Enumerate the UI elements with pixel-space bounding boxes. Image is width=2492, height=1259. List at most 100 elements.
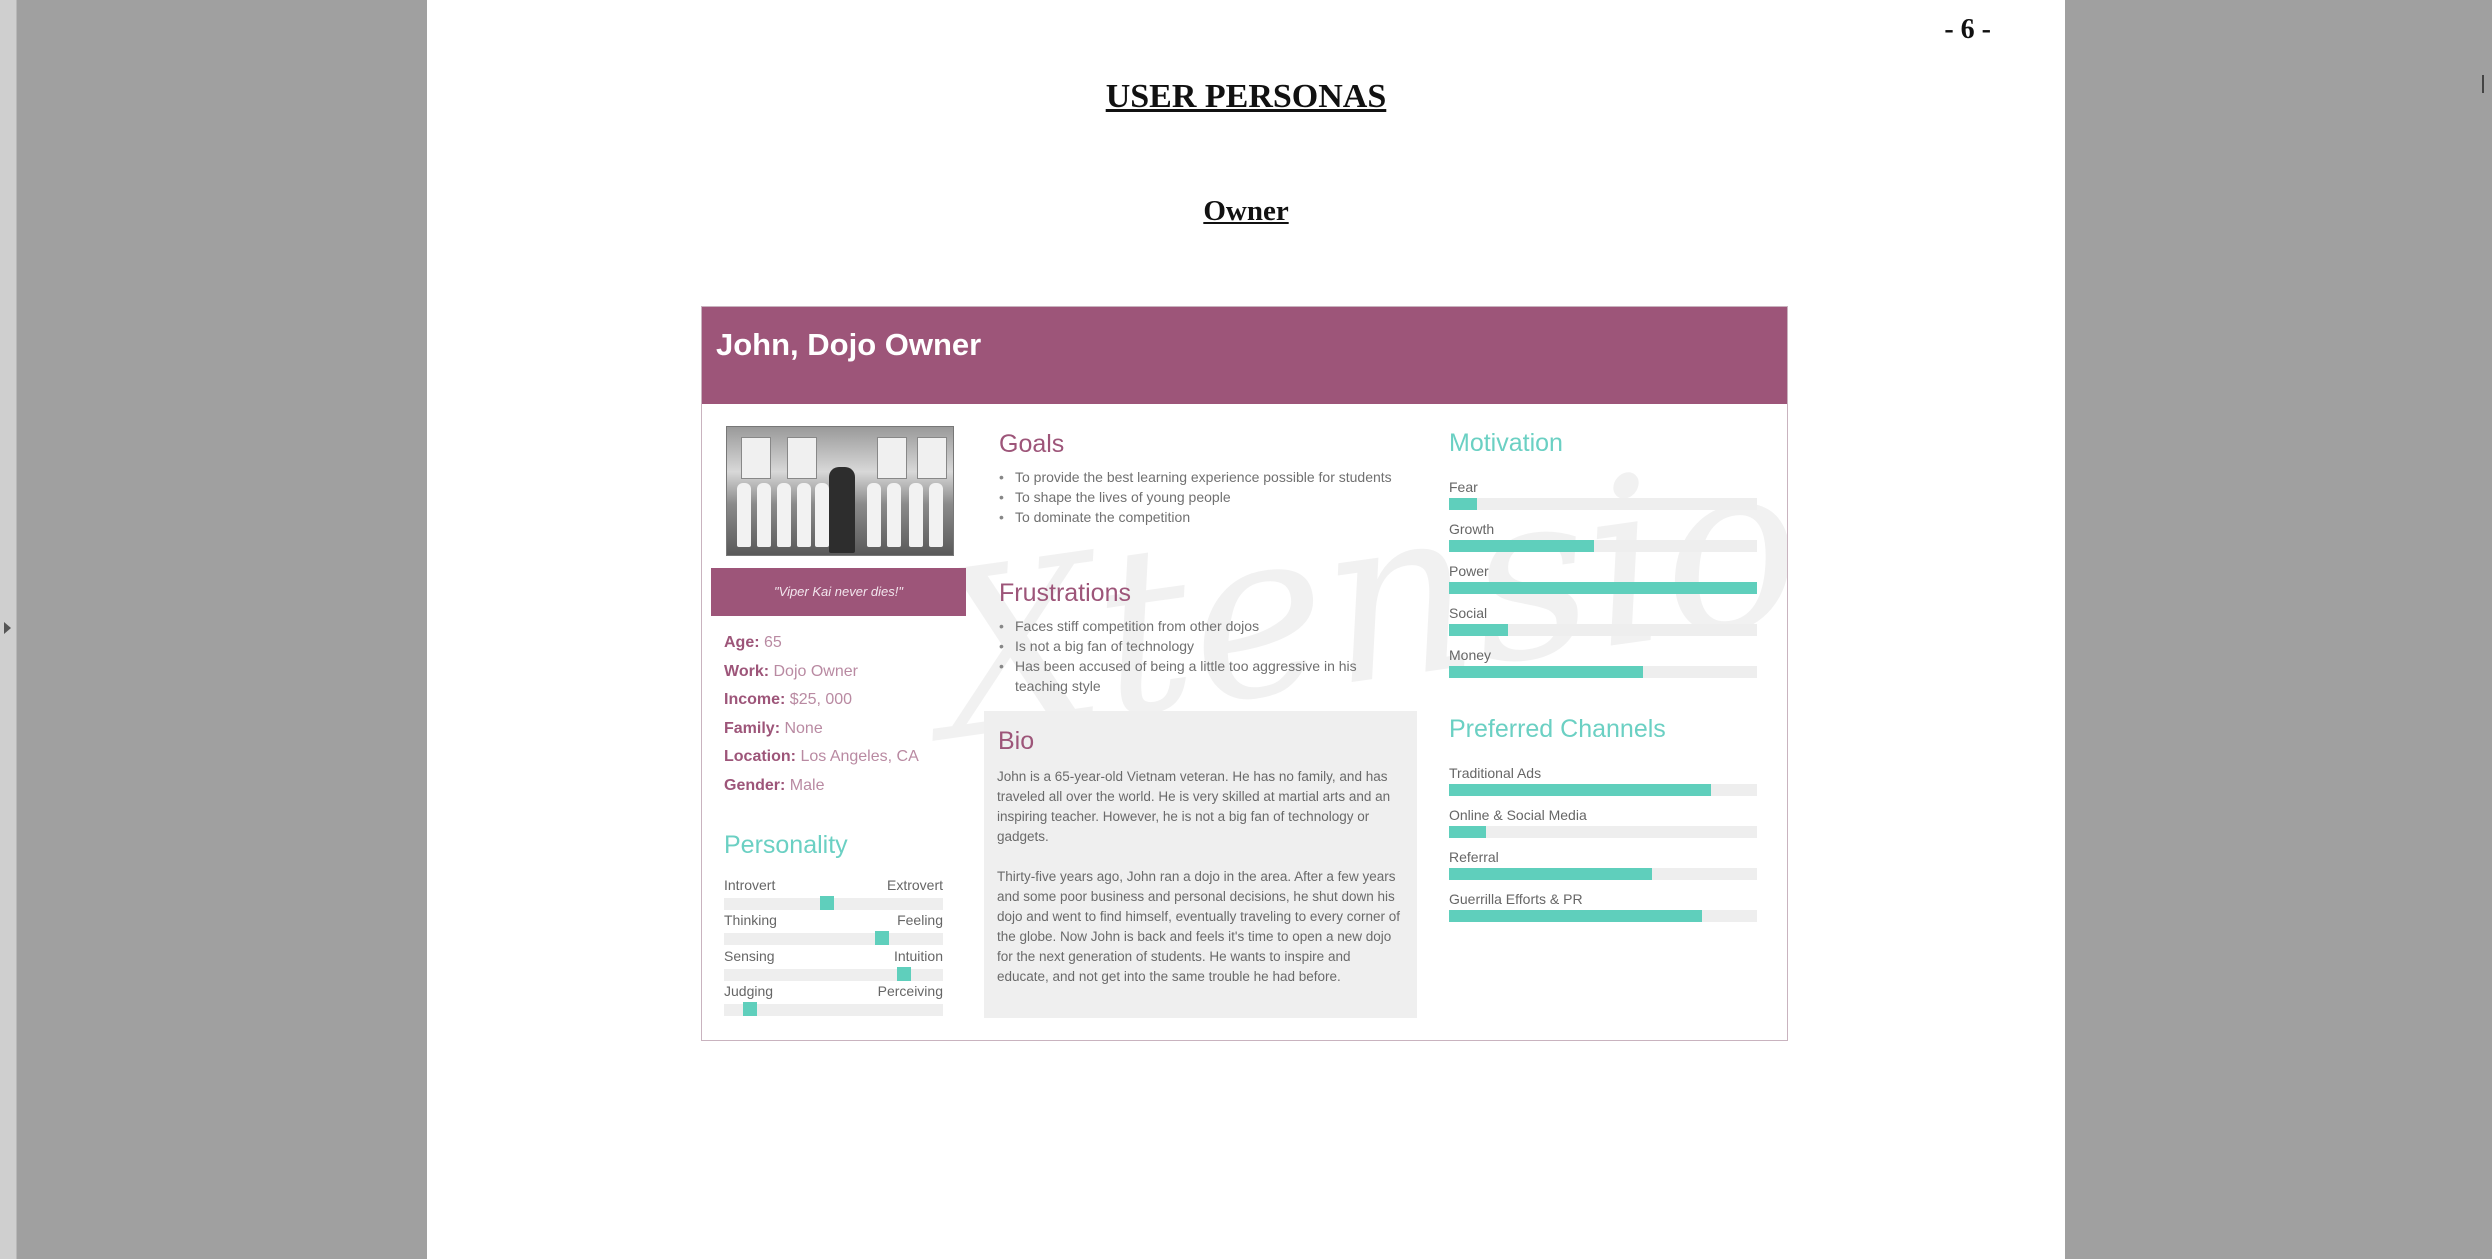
info-key: Family: [724,719,781,737]
bar-label: Guerrilla Efforts & PR [1449,891,1583,907]
channels-title: Preferred Channels [1449,715,1666,743]
frustrations-list: Faces stiff competition from other dojos… [999,616,1415,696]
info-row-income: Income: $25, 000 [724,691,853,708]
bar-track [1449,582,1757,594]
bio-text: John is a 65-year-old Vietnam veteran. H… [997,767,1405,1007]
trait-right-label: Extrovert [886,877,943,893]
bar-fill [1449,868,1653,880]
info-key: Income [724,691,781,708]
list-item: Faces stiff competition from other dojos [999,616,1415,636]
bar-track [1449,784,1757,796]
goals-title: Goals [999,430,1065,458]
info-value: 65 [764,634,782,651]
bar-track [1449,826,1757,838]
section-heading: Owner [1203,195,1289,227]
motivation-bar: Money [1449,647,1757,683]
bar-label: Power [1449,563,1489,579]
list-item: Is not a big fan of technology [999,636,1415,656]
info-row-work: Work: Dojo Owner [724,662,858,680]
bar-label: Referral [1449,849,1499,865]
bar-fill [1449,540,1594,552]
info-key: Location: [724,748,796,765]
bar-label: Online & Social Media [1449,807,1587,823]
trait-marker [874,931,889,945]
bar-fill [1449,784,1711,796]
motivation-bar: Growth [1449,521,1757,557]
channel-bar: Referral [1449,849,1757,885]
bar-track [1449,540,1757,552]
trait-right-label: Feeling [897,912,943,928]
persona-quote: "Viper Kai never dies!" [711,568,966,616]
bar-track [1449,910,1757,922]
persona-info: Age: 65 Work: Dojo Owner Income: $25, 00… [724,629,919,800]
bio-paragraph: John is a 65-year-old Vietnam veteran. H… [997,769,1391,844]
bio-paragraph: Thirty-five years ago, John ran a dojo i… [997,869,1400,984]
page-number: - 6 - [1944,14,1991,45]
trait-right-label: Intuition [893,948,943,964]
persona-photo [726,426,954,556]
persona-name: John, Dojo Owner [716,327,982,362]
bar-fill [1449,666,1644,678]
bar-label: Social [1449,605,1488,621]
info-value: Dojo Owner [773,662,858,680]
list-item: Has been accused of being a little too a… [999,656,1385,696]
expand-panel-arrow-icon[interactable] [4,622,11,634]
motivation-bar: Social [1449,605,1757,641]
bar-fill [1449,582,1757,594]
info-row-family: Family: None [724,715,919,744]
bar-label: Growth [1449,521,1495,537]
persona-card: John, Dojo Owner Xtensio "Viper Kai neve… [701,306,1788,1041]
frustrations-title: Frustrations [999,579,1131,607]
info-value: Los Angeles, CA [800,748,919,765]
trait-left-label: Introvert [724,877,776,893]
info-value: None [784,719,823,737]
info-key: Gender: [724,776,786,794]
info-row-age: Age: 65 [724,634,782,651]
trait-slider: Thinking Feeling [724,912,943,948]
bar-label: Money [1449,647,1492,663]
left-panel-strip [0,0,17,1259]
bio-title: Bio [998,727,1035,755]
bio-section: Bio John is a 65-year-old Vietnam vetera… [984,711,1417,1018]
trait-right-label: Perceiving [877,983,943,999]
motivation-title: Motivation [1449,429,1563,457]
trait-marker [743,1002,758,1016]
bar-track [1449,498,1757,510]
bar-fill [1449,498,1477,510]
trait-marker [896,967,911,981]
info-key: Age [724,634,755,651]
text-cursor-icon [2482,75,2484,93]
trait-left-label: Sensing [724,948,775,964]
channel-bar: Traditional Ads [1449,765,1757,801]
trait-track [724,933,943,945]
list-item: To provide the best learning experience … [999,467,1415,487]
bar-track [1449,666,1757,678]
info-row-location: Location: Los Angeles, CA [724,743,919,772]
goals-list: To provide the best learning experience … [999,467,1415,527]
persona-header: John, Dojo Owner [702,307,1787,404]
motivation-bar: Fear [1449,479,1757,515]
motivation-bar: Power [1449,563,1757,599]
info-key: Work [724,662,764,680]
bar-track [1449,624,1757,636]
trait-marker [819,896,834,910]
list-item: To shape the lives of young people [999,487,1415,507]
trait-left-label: Thinking [724,912,777,928]
bar-label: Fear [1449,479,1478,495]
trait-slider: Sensing Intuition [724,948,943,984]
bar-label: Traditional Ads [1449,765,1542,781]
list-item: To dominate the competition [999,507,1415,527]
info-value: Male [789,776,825,794]
bar-fill [1449,910,1702,922]
trait-slider: Introvert Extrovert [724,877,943,913]
trait-left-label: Judging [724,983,774,999]
info-value: $25, 000 [789,691,853,708]
channel-bar: Online & Social Media [1449,807,1757,843]
personality-title: Personality [724,831,848,859]
bar-track [1449,868,1757,880]
bar-fill [1449,624,1508,636]
document-page: - 6 - USER PERSONAS Owner John, Dojo Own… [427,0,2065,1259]
bar-fill [1449,826,1486,838]
page-title: USER PERSONAS [1105,78,1387,115]
info-row-gender: Gender: Male [724,772,919,801]
